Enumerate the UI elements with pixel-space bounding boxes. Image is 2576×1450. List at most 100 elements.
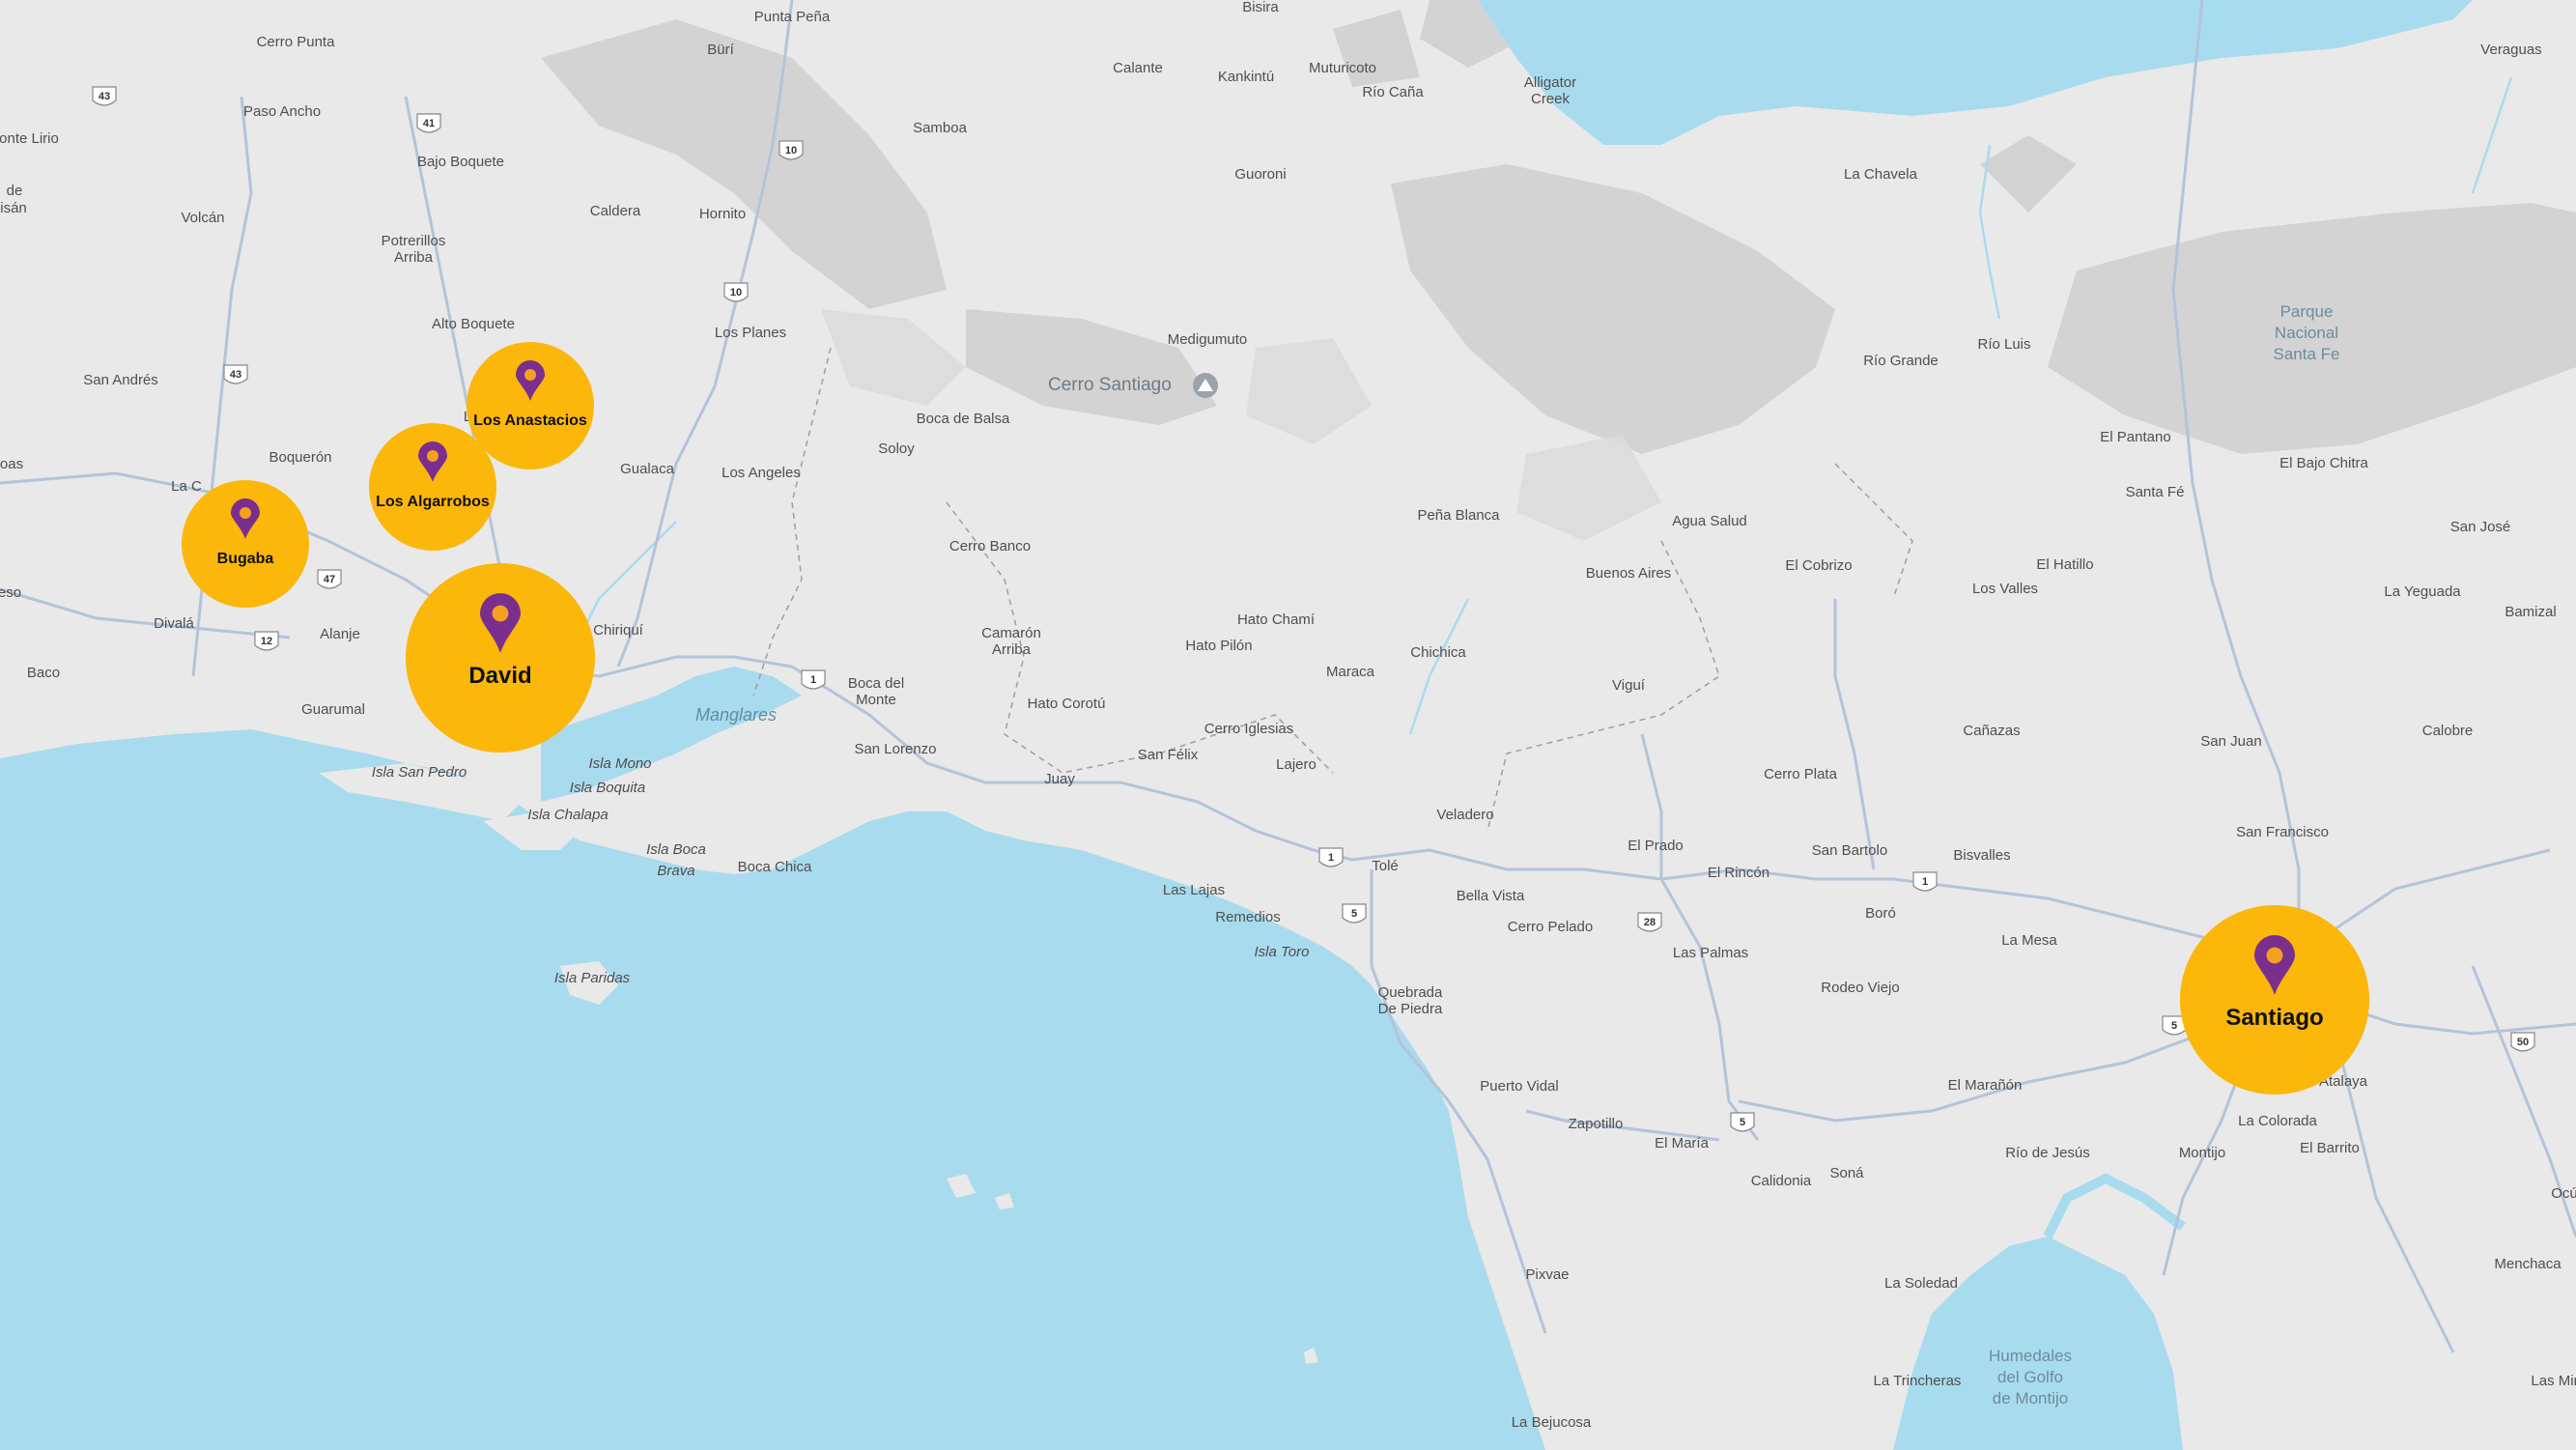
place-label-rodeo-viejo: Rodeo Viejo: [1821, 980, 1899, 996]
place-label-lajero: Lajero: [1276, 756, 1316, 773]
place-label-paso-ancho: Paso Ancho: [243, 103, 321, 120]
city-label: Bugaba: [217, 551, 274, 567]
place-label-pixvae: Pixvae: [1525, 1266, 1569, 1283]
place-label-cerro-plata: Cerro Plata: [1764, 766, 1838, 782]
place-label-la-chavela: La Chavela: [1844, 166, 1918, 183]
water-label-isla-boquita: Isla Boquita: [570, 780, 645, 796]
road-shield-43: 43: [92, 86, 117, 106]
road-shield-50: 50: [2510, 1032, 2535, 1052]
svg-text:50: 50: [2517, 1037, 2529, 1048]
city-marker-bugaba[interactable]: Bugaba: [182, 480, 309, 608]
water-label-isla-chalapa: Isla Chalapa: [527, 807, 608, 823]
place-label-el-barrito: El Barrito: [2300, 1140, 2360, 1156]
place-label-alligator-creek: Alligator Creek: [1524, 74, 1576, 107]
place-label-las-mir: Las Mir: [2531, 1373, 2576, 1389]
place-label-el-maria: El María: [1655, 1135, 1710, 1151]
place-label-agua-salud: Agua Salud: [1672, 513, 1747, 529]
place-label-la-c: La C: [171, 478, 202, 495]
place-label-de: de: [7, 183, 23, 199]
place-label-calidonia: Calidonia: [1751, 1173, 1812, 1189]
place-label-vigui: Viguí: [1612, 677, 1646, 694]
svg-text:5: 5: [2171, 1020, 2177, 1032]
road-shield-10: 10: [778, 140, 804, 160]
place-label-cerro-iglesias: Cerro Iglesias: [1204, 721, 1294, 737]
place-label-santa-fe: Santa Fé: [2126, 484, 2185, 500]
place-label-puerto-vidal: Puerto Vidal: [1480, 1078, 1558, 1095]
road-shield-43: 43: [223, 364, 248, 384]
place-label-la-soledad: La Soledad: [1884, 1275, 1958, 1292]
place-label-rio-cana: Río Caña: [1362, 84, 1424, 100]
place-label-muturicoto: Muturicoto: [1309, 60, 1376, 76]
place-label-los-angeles: Los Angeles: [722, 465, 801, 481]
place-label-boca-de-balsa: Boca de Balsa: [917, 411, 1010, 427]
place-label-calante: Calante: [1113, 60, 1163, 76]
city-marker-los-algarrobos[interactable]: Los Algarrobos: [369, 423, 496, 551]
road-shield-47: 47: [317, 569, 342, 589]
place-label-la-yeguada: La Yeguada: [2384, 583, 2461, 600]
place-label-el-hatillo: El Hatillo: [2036, 556, 2093, 573]
svg-text:28: 28: [1644, 917, 1656, 928]
place-label-cerro-punta: Cerro Punta: [257, 34, 336, 50]
road-shield-5: 5: [1342, 903, 1367, 924]
place-label-rio-grande: Río Grande: [1863, 353, 1939, 369]
place-label-san-andres: San Andrés: [83, 372, 158, 388]
city-label: Los Algarrobos: [376, 494, 490, 510]
place-label-maraca: Maraca: [1326, 664, 1375, 680]
place-label-buenos-aires: Buenos Aires: [1586, 565, 1671, 582]
place-label-el-pantano: El Pantano: [2100, 429, 2170, 445]
water-label-isla-san-pedro: Isla San Pedro: [372, 764, 467, 781]
place-label-bisvalles: Bisvalles: [1953, 847, 2010, 864]
place-label-caldera: Caldera: [590, 203, 641, 219]
road-shield-28: 28: [1637, 912, 1662, 932]
place-label-baco: Baco: [27, 665, 60, 681]
water-label-isla-paridas: Isla Paridas: [554, 970, 631, 986]
city-marker-santiago[interactable]: Santiago: [2180, 905, 2369, 1095]
svg-text:1: 1: [1328, 852, 1334, 864]
place-label-alto-boquete: Alto Boquete: [432, 316, 515, 332]
place-label-la-colorada: La Colorada: [2238, 1113, 2317, 1129]
svg-text:12: 12: [261, 636, 272, 647]
place-label-san-jose: San José: [2450, 519, 2511, 535]
road-shield-1: 1: [1318, 847, 1344, 867]
water-label-humedales-del-golfo-de-montijo: Humedales del Golfo de Montijo: [1989, 1347, 2072, 1407]
place-label-punta-pena: Punta Peña: [754, 9, 831, 25]
place-label-la-bejucosa: La Bejucosa: [1512, 1414, 1592, 1431]
road-shield-41: 41: [416, 113, 441, 133]
place-label-remedios: Remedios: [1215, 909, 1281, 925]
city-marker-david[interactable]: David: [406, 563, 595, 753]
place-label-bisira: Bisira: [1242, 0, 1279, 15]
place-label-divala: Divalá: [154, 615, 194, 632]
water-label-manglares: Manglares: [695, 705, 777, 725]
place-label-boqueron: Boquerón: [269, 449, 331, 466]
place-label-ocu: Ocú: [2551, 1185, 2576, 1202]
place-label-bajo-boquete: Bajo Boquete: [417, 154, 504, 170]
city-circle: [2180, 905, 2369, 1095]
place-label-las-lajas: Las Lajas: [1163, 882, 1225, 898]
place-label-soloy: Soloy: [878, 441, 915, 457]
place-label-buri: Bürí: [707, 42, 734, 58]
city-circle: [406, 563, 595, 753]
map-canvas[interactable]: 434110104347121152851550 Punta PeñaBisir…: [0, 0, 2576, 1450]
city-label: Los Anastacios: [473, 412, 587, 429]
svg-text:5: 5: [1351, 908, 1357, 920]
place-label-boro: Boró: [1865, 905, 1896, 922]
place-label-los-valles: Los Valles: [1972, 581, 2038, 597]
park-label-2: Nacional: [2275, 324, 2338, 342]
city-marker-los-anastacios[interactable]: Los Anastacios: [467, 342, 594, 469]
svg-text:5: 5: [1740, 1117, 1745, 1128]
svg-text:1: 1: [1922, 876, 1928, 888]
place-label-el-bajo-chitra: El Bajo Chitra: [2279, 455, 2368, 471]
place-label-san-lorenzo: San Lorenzo: [854, 741, 936, 757]
place-label-hato-chami: Hato Chamí: [1237, 611, 1316, 628]
city-label: Santiago: [2225, 1005, 2323, 1031]
water-label-boca-chica: Boca Chica: [738, 859, 812, 875]
place-label-chiriqui: Chiriquí: [593, 622, 644, 639]
place-label-menchaca: Menchaca: [2494, 1256, 2562, 1272]
svg-text:1: 1: [810, 674, 816, 686]
place-label-volcan: Volcán: [181, 210, 224, 226]
place-label-el-maranon: El Marañón: [1948, 1077, 2023, 1094]
place-label-el-prado: El Prado: [1628, 838, 1684, 854]
place-label-gualaca: Gualaca: [620, 461, 675, 477]
place-label-bella-vista: Bella Vista: [1457, 888, 1525, 904]
place-label-canazas: Cañazas: [1963, 723, 2020, 739]
